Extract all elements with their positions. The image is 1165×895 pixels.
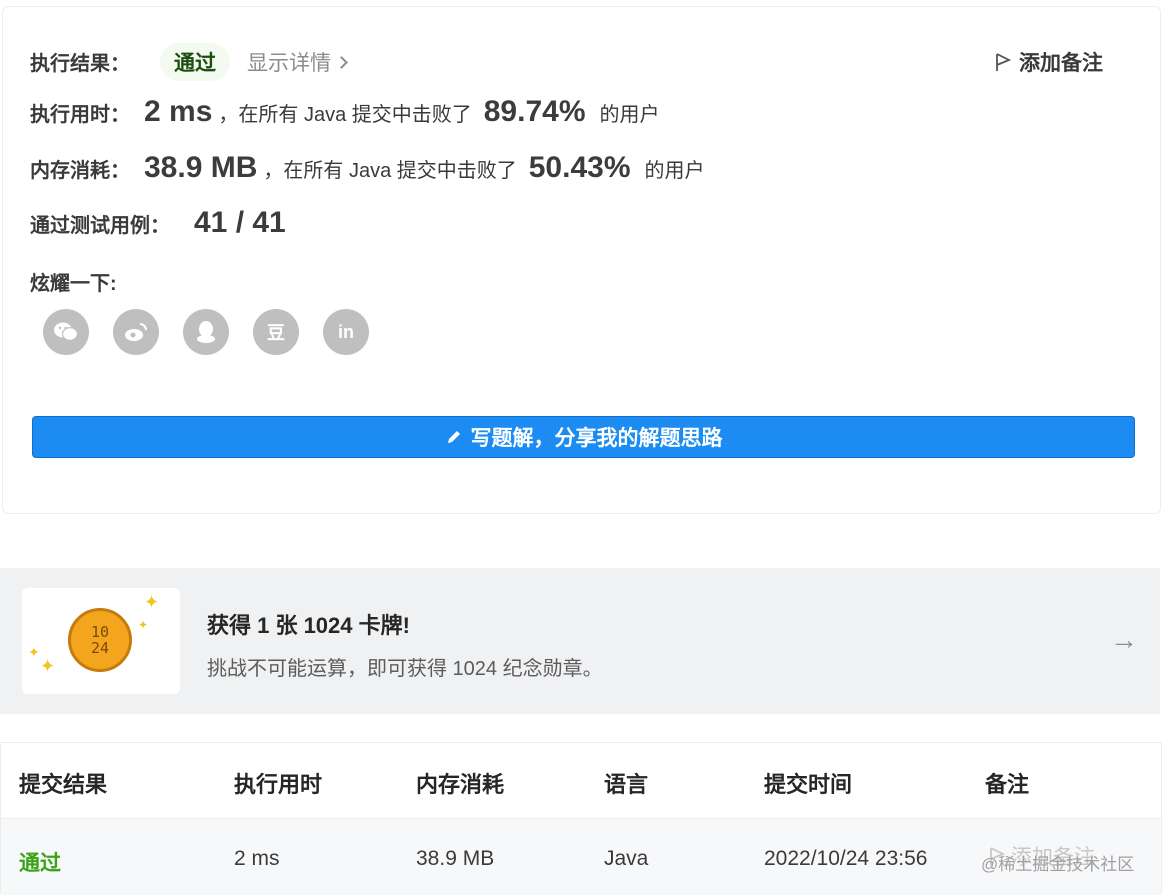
runtime-value: 2 ms [144,95,213,128]
memory-row: 内存消耗： 38.9 MB ，在所有 Java 提交中击败了 50.43% 的用… [30,151,705,185]
row-runtime: 2 ms [234,847,280,870]
tests-row: 通过测试用例： 41 / 41 [30,206,286,240]
row-result[interactable]: 通过 [19,847,61,877]
runtime-prefix: ，在所有 Java 提交中击败了 [218,104,472,126]
header-time: 提交时间 [764,772,853,797]
share-label: 炫耀一下: [30,273,117,295]
row-memory: 38.9 MB [416,847,495,870]
coin-icon: 10 24 [68,608,132,672]
row-time: 2022/10/24 23:56 [764,847,928,870]
show-details-label: 显示详情 [247,52,331,75]
write-solution-button[interactable]: 写题解，分享我的解题思路 [32,416,1135,458]
sparkle-icon: ✦ [28,644,40,660]
result-row: 执行结果： [30,47,130,76]
weibo-icon[interactable] [113,309,159,355]
runtime-label: 执行用时： [30,104,130,126]
submission-result-card: 执行结果： 通过 显示详情 添加备注 执行用时： 2 ms ，在所有 Java … [2,6,1161,514]
flag-icon [996,53,1011,71]
add-note-button[interactable]: 添加备注 [995,47,1103,77]
promo-subtitle: 挑战不可能运算，即可获得 1024 纪念勋章。 [207,658,603,680]
submission-table: 提交结果 执行用时 内存消耗 语言 提交时间 备注 通过 2 ms 38.9 M… [0,742,1162,895]
qq-icon[interactable] [183,309,229,355]
tests-value: 41 / 41 [194,206,286,239]
tests-label: 通过测试用例： [30,215,170,237]
wechat-icon[interactable] [43,309,89,355]
pencil-icon [447,431,460,443]
sparkle-icon: ✦ [40,656,56,676]
memory-prefix: ，在所有 Java 提交中击败了 [263,160,517,182]
douban-glyph: 豆 [267,323,285,343]
status-badge: 通过 [160,43,230,81]
header-language: 语言 [604,772,649,797]
header-result: 提交结果 [19,772,108,797]
runtime-percent: 89.74% [483,95,586,128]
show-details-link[interactable]: 显示详情 [247,47,348,77]
coin-bottom-text: 24 [90,639,110,657]
sparkle-icon: ✦ [138,618,149,632]
runtime-suffix: 的用户 [599,104,660,126]
promo-title: 获得 1 张 1024 卡牌! [207,613,410,638]
memory-value: 38.9 MB [144,151,258,184]
memory-label: 内存消耗： [30,160,130,182]
linkedin-icon[interactable]: in [323,309,369,355]
share-icons: 豆 in [43,309,369,355]
share-row: 炫耀一下: [30,267,117,296]
table-row[interactable]: 通过 2 ms 38.9 MB Java 2022/10/24 23:56 添加… [1,818,1161,895]
header-memory: 内存消耗 [416,772,505,797]
memory-percent: 50.43% [528,151,631,184]
promo-banner[interactable]: 10 24 ✦ ✦ ✦ ✦ 获得 1 张 1024 卡牌! 挑战不可能运算，即可… [0,568,1160,714]
coin-image: 10 24 ✦ ✦ ✦ ✦ [22,588,180,694]
runtime-row: 执行用时： 2 ms ，在所有 Java 提交中击败了 89.74% 的用户 [30,95,660,129]
write-solution-label: 写题解，分享我的解题思路 [470,427,723,450]
header-runtime: 执行用时 [234,772,323,797]
memory-suffix: 的用户 [644,160,705,182]
add-note-label: 添加备注 [1019,52,1103,75]
result-label: 执行结果： [30,53,130,75]
header-note: 备注 [985,772,1030,797]
row-language: Java [604,847,649,870]
chevron-right-icon [335,56,348,69]
douban-icon[interactable]: 豆 [253,309,299,355]
watermark: @稀土掘金技术社区 [981,855,1135,874]
arrow-right-icon[interactable]: → [1110,624,1138,656]
sparkle-icon: ✦ [144,592,160,612]
linkedin-glyph: in [338,321,354,342]
coin-top-text: 10 [90,623,110,641]
